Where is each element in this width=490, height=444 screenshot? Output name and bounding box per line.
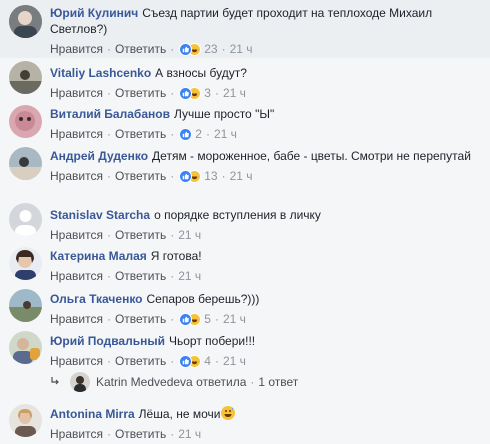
like-link[interactable]: Нравится [50,269,103,283]
avatar[interactable] [9,331,42,364]
avatar-image [9,289,42,322]
timestamp[interactable]: 21 ч [178,269,201,283]
reaction-count: 23 [204,42,218,56]
reply-link[interactable]: Ответить [115,127,166,141]
reply-link[interactable]: Ответить [115,42,166,56]
timestamp[interactable]: 21 ч [214,127,237,141]
timestamp[interactable]: 21 ч [178,228,201,242]
comment-text: А взносы будут? [155,66,247,80]
avatar[interactable] [9,289,42,322]
avatar[interactable] [9,61,42,94]
avatar-image [9,147,42,180]
like-link[interactable]: Нравится [50,228,103,242]
reply-link[interactable]: Ответить [115,354,166,368]
comment-author[interactable]: Виталий Балабанов [50,107,170,121]
comment-text: Чьорт побери!!! [168,334,256,348]
like-reaction-icon [179,312,193,326]
reactions-summary[interactable]: 2 [179,127,202,141]
comments-feed: Юрий Кулинич Съезд партии будет проходит … [0,0,490,444]
grinning-sweat-emoji-icon [221,406,236,420]
comment-author[interactable]: Юрий Кулинич [50,6,138,20]
comment-text: Детям - мороженное, бабе - цветы. Смотри… [152,149,471,163]
avatar[interactable] [9,247,42,280]
avatar[interactable] [9,404,42,437]
comment-author[interactable]: Stanislav Starcha [50,208,150,222]
comment-author[interactable]: Катерина Малая [50,249,147,263]
avatar-image [9,61,42,94]
comment-author[interactable]: Юрий Подвальный [50,334,165,348]
avatar[interactable] [9,5,42,38]
like-reaction-icon [179,86,193,100]
like-link[interactable]: Нравится [50,427,103,441]
comment-author[interactable]: Ольга Ткаченко [50,292,143,306]
comment-text: Лёша, не мочи [138,407,221,421]
comment-text: Лучше просто "Ы" [173,107,275,121]
like-reaction-icon [179,354,193,368]
reaction-count: 13 [204,169,218,183]
comment: Vitaliy Lashcenko А взносы будут? Нравитс… [0,58,490,100]
reactions-summary[interactable]: 23 [179,42,218,56]
reply-link[interactable]: Ответить [115,86,166,100]
timestamp[interactable]: 21 ч [230,169,253,183]
avatar[interactable] [9,105,42,138]
reply-avatar [70,372,90,392]
comment-author[interactable]: Antonina Mirra [50,407,135,421]
timestamp[interactable]: 21 ч [230,42,253,56]
avatar[interactable] [9,147,42,180]
like-link[interactable]: Нравится [50,86,103,100]
reaction-count: 4 [204,354,211,368]
comment: Ольга Ткаченко Сепаров берешь?))) Нравитс… [0,284,490,326]
comment-author[interactable]: Vitaliy Lashcenko [50,66,151,80]
timestamp[interactable]: 21 ч [223,312,246,326]
avatar-image [9,247,42,280]
reply-link[interactable]: Ответить [115,228,166,242]
replies-summary[interactable]: Katrin Medvedeva ответила · 1 ответ [50,372,298,392]
comment: Катерина Малая Я готова! Нравится · Ответи… [0,241,490,284]
reactions-summary[interactable]: 4 [179,354,211,368]
reply-author[interactable]: Katrin Medvedeva [96,375,193,389]
comment-text: о порядке вступления в личку [154,208,321,222]
comment-author[interactable]: Андрей Дуденко [50,149,148,163]
avatar-image [9,105,42,138]
comment: Андрей Дуденко Детям - мороженное, бабе -… [0,142,490,200]
like-reaction-icon [179,42,193,56]
comment: Виталий Балабанов Лучше просто "Ы" Нравит… [0,99,490,142]
like-link[interactable]: Нравится [50,127,103,141]
avatar-image [9,404,42,437]
reply-arrow-icon [50,375,60,389]
comment: Юрий Подвальный Чьорт побери!!! Нравится ·… [0,326,490,368]
reply-link[interactable]: Ответить [115,312,166,326]
avatar-image [9,5,42,38]
avatar-image [9,203,42,236]
reply-link[interactable]: Ответить [115,427,166,441]
like-link[interactable]: Нравится [50,42,103,56]
reaction-count: 2 [195,127,202,141]
reaction-count: 3 [204,86,211,100]
like-link[interactable]: Нравится [50,312,103,326]
comment-text: Я готова! [150,249,202,263]
timestamp[interactable]: 21 ч [223,86,246,100]
like-reaction-icon [179,169,193,183]
comment: Antonina Mirra Лёша, не мочи Нравится · От… [0,400,490,444]
comment: Stanislav Starcha о порядке вступления в … [0,200,490,242]
like-reaction-icon [179,127,193,141]
reply-link[interactable]: Ответить [115,169,166,183]
timestamp[interactable]: 21 ч [223,354,246,368]
like-link[interactable]: Нравится [50,169,103,183]
comment-text: Сепаров берешь?))) [146,292,260,306]
reply-count[interactable]: 1 ответ [258,375,298,389]
reply-verb: ответила [196,375,247,389]
timestamp[interactable]: 21 ч [178,427,201,441]
reactions-summary[interactable]: 3 [179,86,211,100]
reactions-summary[interactable]: 13 [179,169,218,183]
reaction-count: 5 [204,312,211,326]
reply-link[interactable]: Ответить [115,269,166,283]
avatar-image [9,331,42,364]
avatar[interactable] [9,203,42,236]
comment: Юрий Кулинич Съезд партии будет проходит … [0,0,490,58]
reactions-summary[interactable]: 5 [179,312,211,326]
like-link[interactable]: Нравится [50,354,103,368]
